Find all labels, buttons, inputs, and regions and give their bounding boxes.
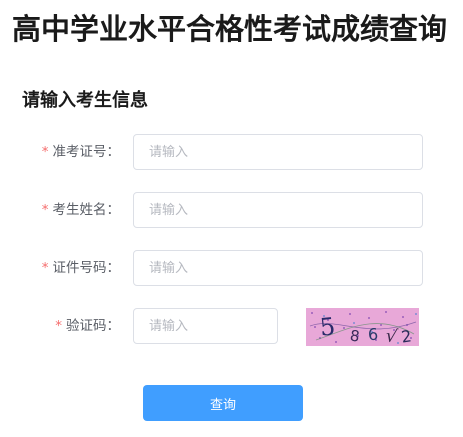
query-button[interactable]: 查询 [143,385,303,421]
section-title: 请输入考生信息 [22,90,148,111]
page-root: 高中学业水平合格性考试成绩查询 请输入考生信息 *准考证号： *考生姓名： *证… [0,0,463,437]
captcha-label-text: 验证码： [66,318,120,334]
required-mark: * [41,260,49,276]
required-mark: * [41,144,49,160]
svg-text:5: 5 [318,312,336,341]
page-title: 高中学业水平合格性考试成绩查询 [12,12,448,46]
required-mark: * [55,318,62,334]
student-name-label-text: 考生姓名： [52,202,121,218]
student-name-label: * 考生姓名： [42,192,120,228]
id-number-label-text: 证件号码： [52,260,121,276]
form-row-student-name: * 考生姓名： [0,192,463,228]
captcha-label: * 验证码： [55,308,120,344]
form-row-exam-number: * 准考证号： [0,134,463,170]
svg-text:6: 6 [367,325,378,345]
form-row-captcha: * 验证码： 请输入 5 8 6 √ 2 [0,308,463,346]
captcha-input[interactable] [133,308,278,344]
exam-number-label: * 准考证号： [42,134,120,170]
id-number-label: * 证件号码： [42,250,120,286]
student-name-input[interactable] [133,192,423,228]
required-mark: * [41,202,49,218]
form-row-id-number: * 证件号码： [0,250,463,286]
exam-number-label-text: 准考证号： [52,144,121,160]
captcha-image[interactable]: 5 8 6 √ 2 [306,308,419,346]
id-number-input[interactable] [133,250,423,286]
exam-number-input[interactable] [133,134,423,170]
